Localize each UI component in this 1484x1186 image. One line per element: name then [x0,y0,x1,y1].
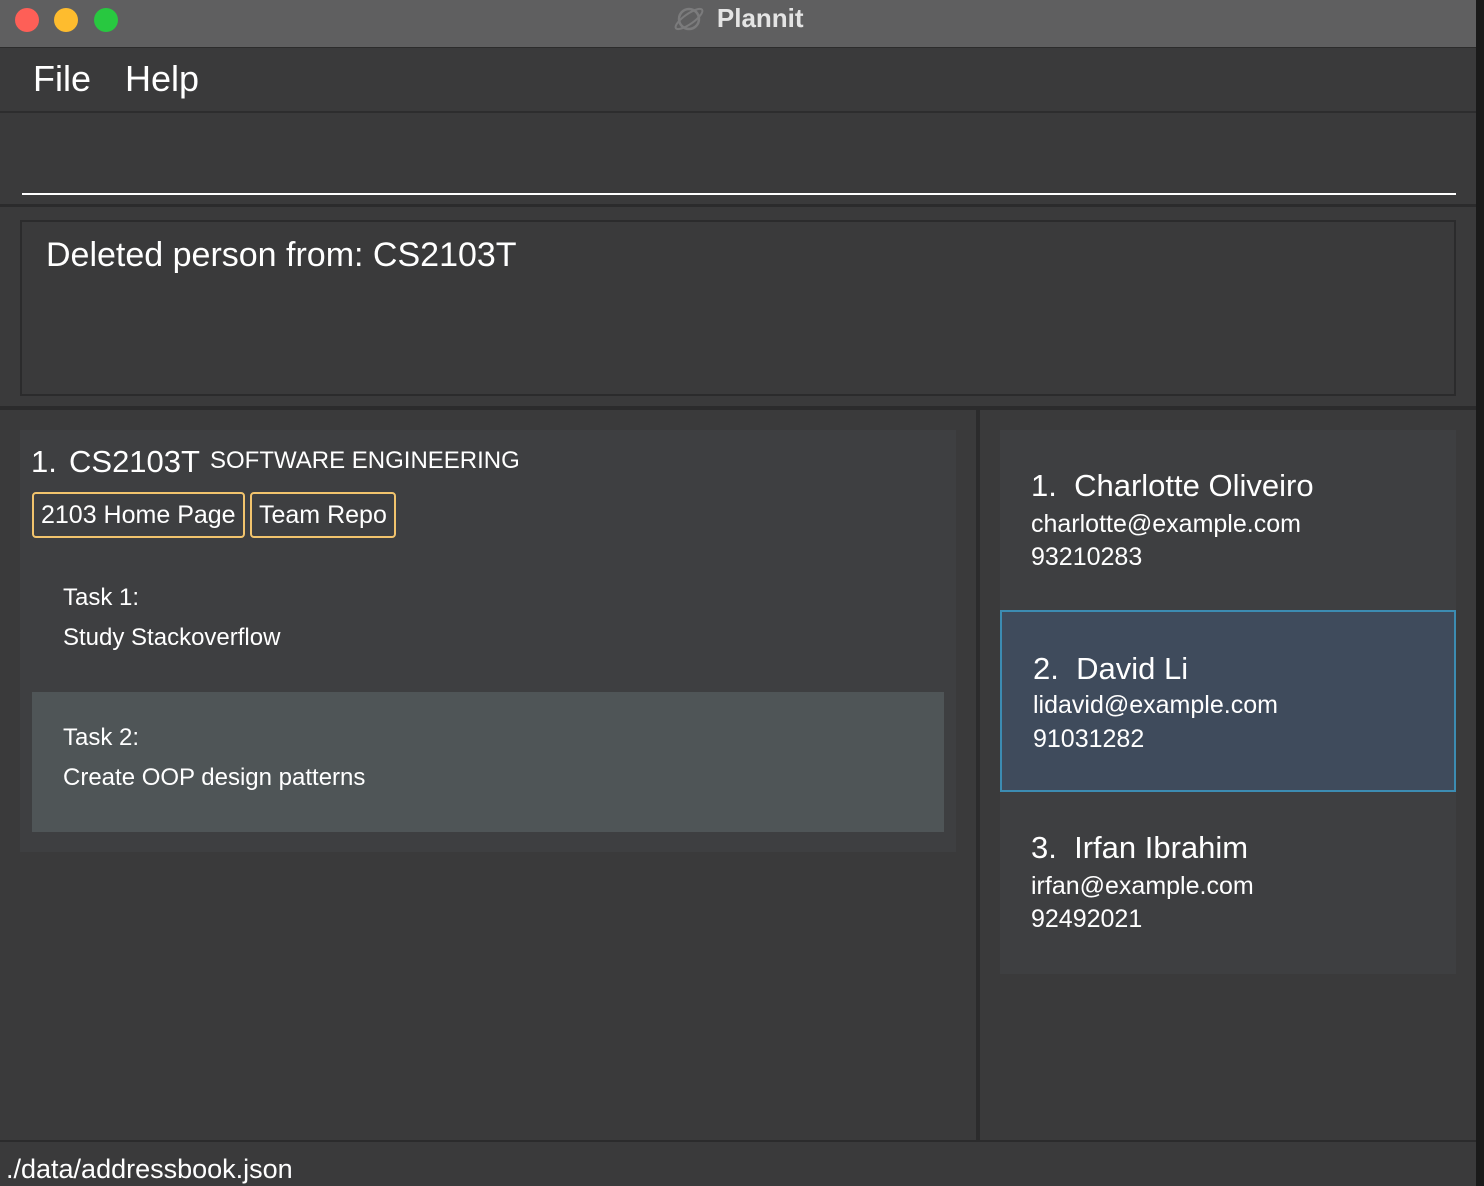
menu-bar: File Help [0,49,1476,113]
menu-file[interactable]: File [33,58,91,100]
person-phone: 91031282 [1033,725,1145,753]
screen-edge [1476,0,1484,1186]
vertical-divider [976,410,980,1140]
person-list: 1. Charlotte Oliveiro charlotte@example.… [1000,430,1456,974]
title-wrap: Plannit [0,3,1476,35]
module-card[interactable]: 1. CS2103T SOFTWARE ENGINEERING 2103 Hom… [20,430,956,852]
menu-help[interactable]: Help [125,58,199,100]
person-name: 1. Charlotte Oliveiro [1031,468,1314,504]
module-name: SOFTWARE ENGINEERING [210,447,520,474]
planet-icon [672,4,706,34]
person-name: 2. David Li [1033,651,1188,687]
task-description: Create OOP design patterns [63,764,366,791]
person-email: lidavid@example.com [1033,691,1278,719]
module-code: CS2103T [69,444,200,479]
task-item-selected[interactable]: Task 2: Create OOP design patterns [32,692,944,832]
person-phone: 93210283 [1031,543,1143,571]
person-index: 3. [1031,830,1057,865]
result-message: Deleted person from: CS2103T [46,236,517,274]
person-card[interactable]: 1. Charlotte Oliveiro charlotte@example.… [1000,430,1456,612]
status-bar: ./data/addressbook.json [0,1140,1476,1186]
module-link-home-page[interactable]: 2103 Home Page [32,492,245,538]
person-name-text: David Li [1076,651,1189,686]
task-description: Study Stackoverflow [63,624,281,651]
person-name: 3. Irfan Ibrahim [1031,830,1248,866]
save-file-path: ./data/addressbook.json [6,1154,293,1184]
command-input[interactable] [22,131,1456,195]
person-name-text: Charlotte Oliveiro [1074,468,1314,503]
person-name-text: Irfan Ibrahim [1074,830,1249,865]
person-index: 2. [1033,651,1059,686]
module-index: 1. [31,444,57,479]
title-bar: Plannit [0,0,1476,48]
person-email: irfan@example.com [1031,872,1254,900]
person-phone: 92492021 [1031,905,1143,933]
task-number: Task 1: [63,584,140,611]
task-number: Task 2: [63,724,140,751]
person-card[interactable]: 3. Irfan Ibrahim irfan@example.com 92492… [1000,792,1456,974]
command-box [0,115,1476,207]
result-display: Deleted person from: CS2103T [20,220,1456,396]
horizontal-divider [0,406,1476,410]
window-title: Plannit [716,3,804,33]
module-link-team-repo[interactable]: Team Repo [250,492,396,538]
task-item[interactable]: Task 1: Study Stackoverflow [32,552,944,692]
person-email: charlotte@example.com [1031,510,1301,538]
app-window: Plannit File Help Deleted person from: C… [0,0,1476,1186]
person-card-selected[interactable]: 2. David Li lidavid@example.com 91031282 [1000,610,1456,792]
person-index: 1. [1031,468,1057,503]
